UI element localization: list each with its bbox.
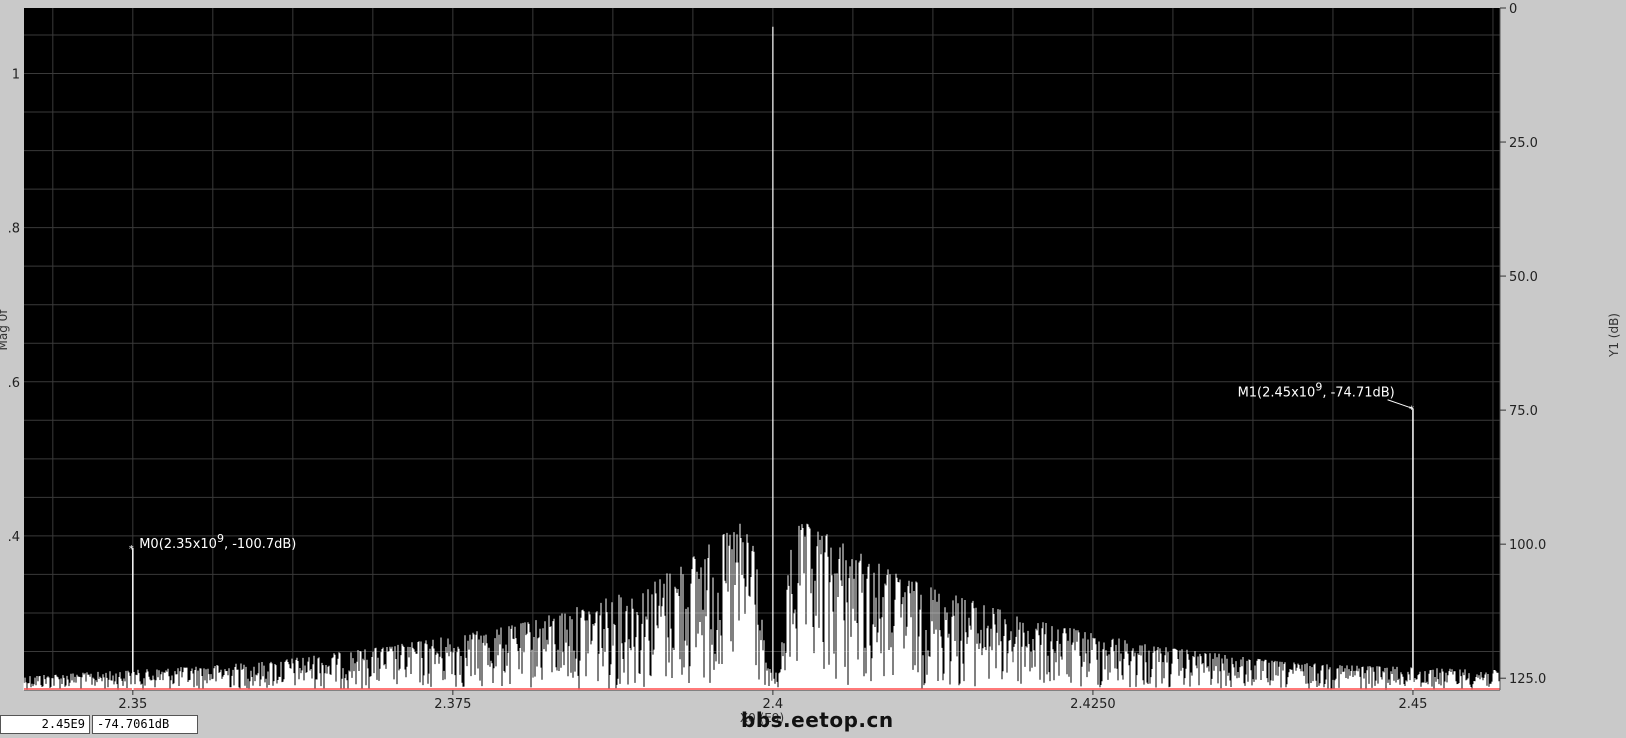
y-left-tick-label: .8 [8, 222, 20, 237]
plot-area[interactable] [24, 8, 1500, 690]
x-tick-label: 2.35 [118, 697, 147, 712]
y-left-tick-label: 1 [12, 68, 20, 83]
y-right-tick-label: 75.0 [1509, 404, 1538, 419]
y-left-tick-label: .6 [8, 376, 20, 391]
marker-point-m1: * [1409, 405, 1414, 416]
spectrum-chart: * M0(2.35x109, -100.7dB) * M1(2.45x109, -74… [0, 0, 1626, 738]
y-left-tick-label: .4 [8, 530, 20, 545]
watermark-text: bbs.eetop.cn [741, 708, 894, 732]
y-left-axis-title: Mag 0f [0, 309, 10, 351]
marker-point-m0: * [129, 544, 134, 555]
x-tick-label: 2.4250 [1070, 697, 1116, 712]
y-right-tick-label: 25.0 [1509, 136, 1538, 151]
cursor-readout: 2.45E9 -74.7061dB [0, 715, 198, 734]
x-tick-label: 2.45 [1398, 697, 1427, 712]
y-right-axis-title: Y1 (dB) [1607, 313, 1621, 358]
y-right-tick-label: 125.0 [1509, 672, 1546, 687]
readout-y-value: -74.7061dB [92, 715, 198, 734]
x-tick-label: 2.375 [434, 697, 471, 712]
y-right-tick-label: 50.0 [1509, 270, 1538, 285]
readout-x-value: 2.45E9 [0, 715, 90, 734]
y-right-tick-label: 0 [1509, 2, 1517, 17]
chart-svg: * M0(2.35x109, -100.7dB)*M1(2.45x109, -74… [0, 2, 1621, 725]
y-right-tick-label: 100.0 [1509, 538, 1546, 553]
